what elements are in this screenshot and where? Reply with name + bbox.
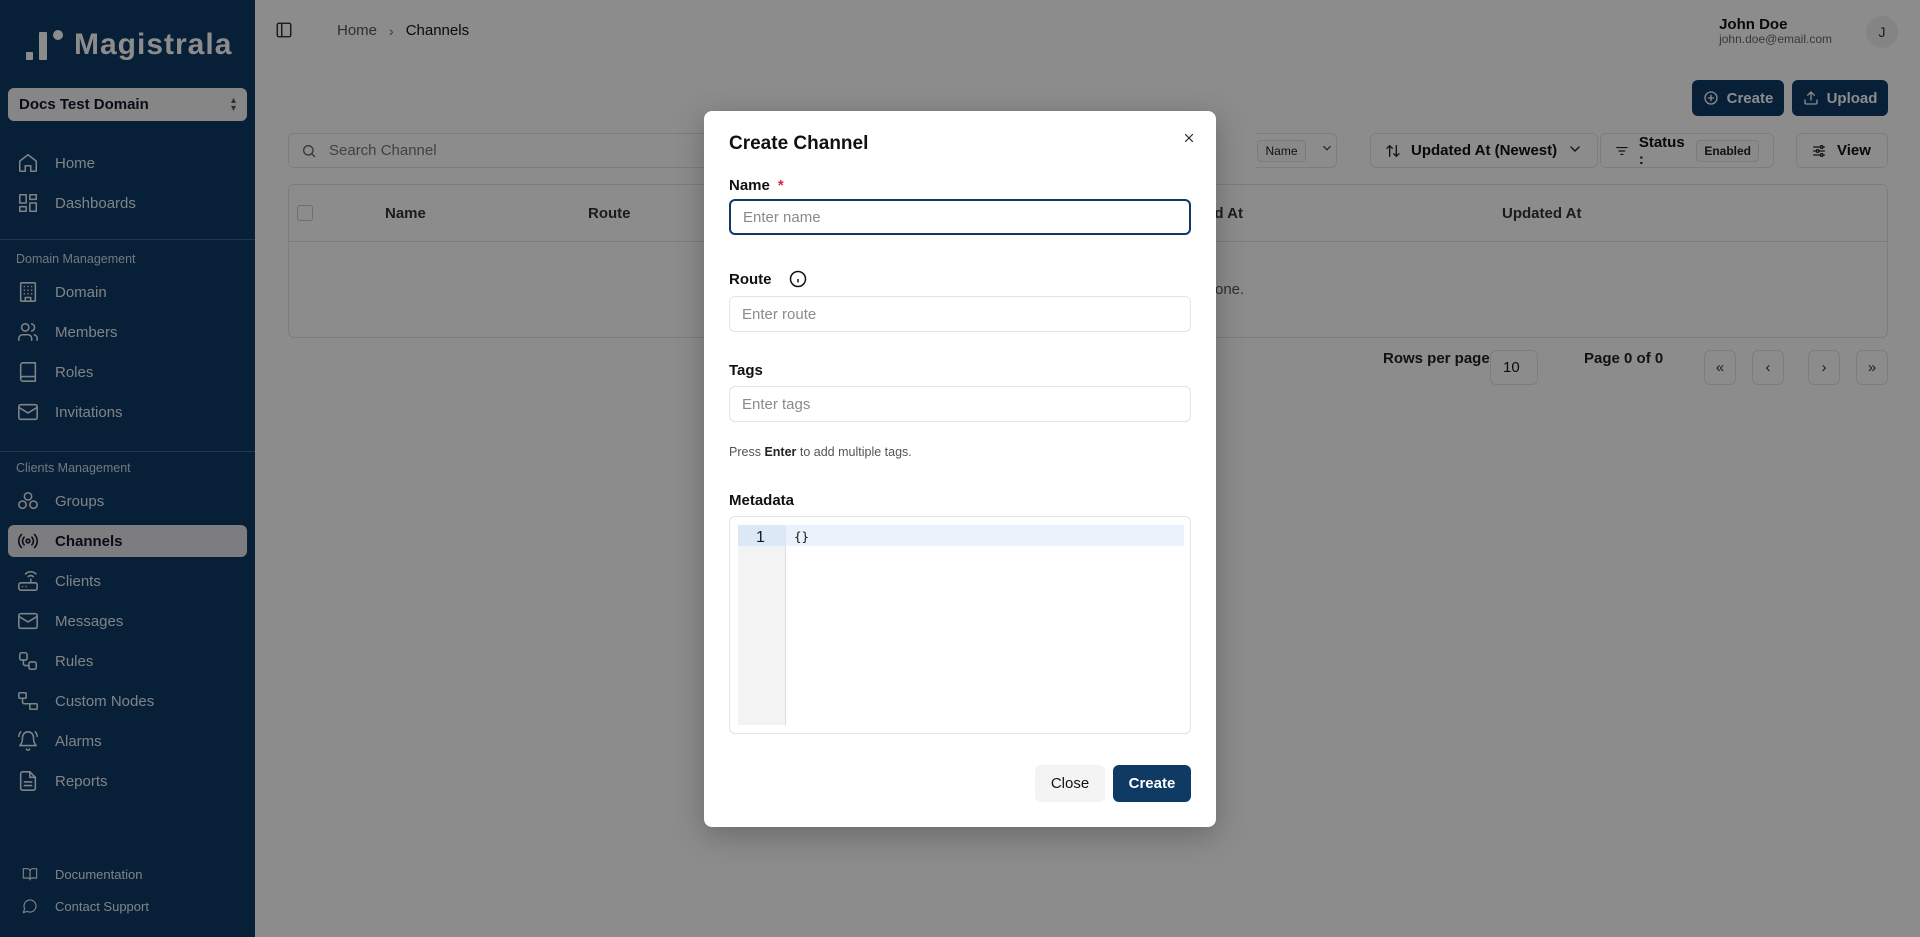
route-label: Route xyxy=(729,269,808,289)
metadata-code[interactable]: {} xyxy=(794,529,809,544)
name-label-text: Name xyxy=(729,177,770,194)
editor-gutter xyxy=(738,525,786,725)
create-channel-dialog: Create Channel Name * Route Tags Press E… xyxy=(704,111,1216,827)
close-icon xyxy=(1184,133,1194,143)
dialog-title: Create Channel xyxy=(729,133,869,154)
tags-label: Tags xyxy=(729,362,763,379)
metadata-label: Metadata xyxy=(729,492,795,509)
tags-hint-key: Enter xyxy=(764,445,797,459)
name-label: Name * xyxy=(729,177,784,194)
route-label-text: Route xyxy=(729,270,772,288)
line-number: 1 xyxy=(756,529,765,546)
dialog-close-button[interactable] xyxy=(1178,127,1200,149)
create-submit-button[interactable]: Create xyxy=(1113,765,1191,802)
required-indicator: * xyxy=(777,177,784,194)
tags-hint-post: to add multiple tags. xyxy=(799,445,912,459)
editor-active-line xyxy=(786,525,1184,546)
route-field[interactable] xyxy=(729,296,1191,332)
tags-hint: Press Enter to add multiple tags. xyxy=(729,445,912,459)
name-field[interactable] xyxy=(729,199,1191,235)
info-icon[interactable] xyxy=(788,269,808,289)
metadata-editor[interactable]: 1 {} xyxy=(729,516,1191,734)
tags-hint-pre: Press xyxy=(729,445,761,459)
tags-field[interactable] xyxy=(729,386,1191,422)
close-button[interactable]: Close xyxy=(1035,765,1105,802)
